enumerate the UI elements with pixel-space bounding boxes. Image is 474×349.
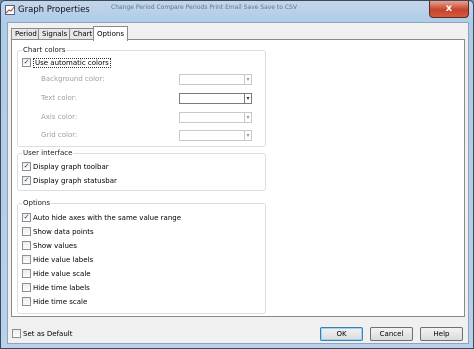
background-color-label: Background color: [41,75,105,83]
use-automatic-colors-label: Use automatic colors [33,58,111,68]
dialog-window: Change Period Compare Periods Print Emai… [0,0,474,349]
dialog-client-area: Period Signals Chart Options Chart color… [7,22,469,344]
close-icon: x [445,3,453,14]
hide-value-labels-label: Hide value labels [33,256,94,264]
show-data-points-checkbox[interactable]: Show data points [22,226,94,237]
show-data-points-label: Show data points [33,228,94,236]
hide-time-labels-label: Hide time labels [33,284,90,292]
checkbox-box: ✓ [22,57,31,67]
chevron-down-icon: ▾ [244,94,251,103]
display-graph-toolbar-label: Display graph toolbar [33,163,109,171]
options-panel: Chart colors ✓ Use automatic colors Backg… [11,39,465,317]
set-as-default-checkbox[interactable]: Set as Default [12,328,73,339]
set-as-default-label: Set as Default [23,330,73,338]
hide-time-scale-checkbox[interactable]: Hide time scale [22,296,88,307]
chevron-down-icon: ▾ [244,75,251,84]
show-values-checkbox[interactable]: Show values [22,240,77,251]
options-group: Options ✓ Auto hide axes with the same va… [17,199,266,314]
checkbox-box [22,268,31,278]
checkbox-box [22,282,31,292]
hide-value-scale-checkbox[interactable]: Hide value scale [22,268,91,279]
hide-time-scale-label: Hide time scale [33,298,88,306]
checkbox-box: ✓ [22,212,31,222]
cancel-button[interactable]: Cancel [370,327,413,341]
axis-color-dropdown[interactable]: ▾ [179,112,252,123]
text-color-dropdown[interactable]: ▾ [179,93,252,104]
checkbox-box [22,240,31,250]
auto-hide-axes-checkbox[interactable]: ✓ Auto hide axes with the same value rang… [22,212,182,223]
user-interface-group: User interface ✓ Display graph toolbar ✓ D… [17,149,266,191]
background-color-dropdown[interactable]: ▾ [179,74,252,85]
chart-colors-group: Chart colors ✓ Use automatic colors Backg… [17,46,266,147]
close-button[interactable]: x [429,1,469,18]
checkbox-box: ✓ [22,161,31,171]
checkbox-box [22,296,31,306]
display-graph-statusbar-label: Display graph statusbar [33,177,117,185]
window-title: Graph Properties [18,5,90,15]
text-color-label: Text color: [41,94,77,102]
chevron-down-icon: ▾ [244,131,251,140]
use-automatic-colors-checkbox[interactable]: ✓ Use automatic colors [22,57,111,68]
tab-options[interactable]: Options [93,26,129,41]
chart-colors-title: Chart colors [22,46,67,55]
hide-value-labels-checkbox[interactable]: Hide value labels [22,254,94,265]
options-title: Options [22,199,52,208]
grid-color-dropdown[interactable]: ▾ [179,130,252,141]
hide-value-scale-label: Hide value scale [33,270,91,278]
background-toolbar-text: Change Period Compare Periods Print Emai… [111,4,297,11]
graph-app-icon [5,5,15,15]
user-interface-title: User interface [22,149,74,158]
checkbox-box: ✓ [22,175,31,185]
checkbox-box [22,254,31,264]
auto-hide-axes-label: Auto hide axes with the same value range [33,214,182,222]
ok-button[interactable]: OK [320,327,363,341]
display-graph-statusbar-checkbox[interactable]: ✓ Display graph statusbar [22,175,117,186]
checkbox-box [22,226,31,236]
chevron-down-icon: ▾ [244,113,251,122]
hide-time-labels-checkbox[interactable]: Hide time labels [22,282,90,293]
checkbox-box [12,328,21,338]
show-values-label: Show values [33,242,77,250]
grid-color-label: Grid color: [41,131,78,139]
help-button[interactable]: Help [420,327,463,341]
axis-color-label: Axis color: [41,113,78,121]
display-graph-toolbar-checkbox[interactable]: ✓ Display graph toolbar [22,161,109,172]
